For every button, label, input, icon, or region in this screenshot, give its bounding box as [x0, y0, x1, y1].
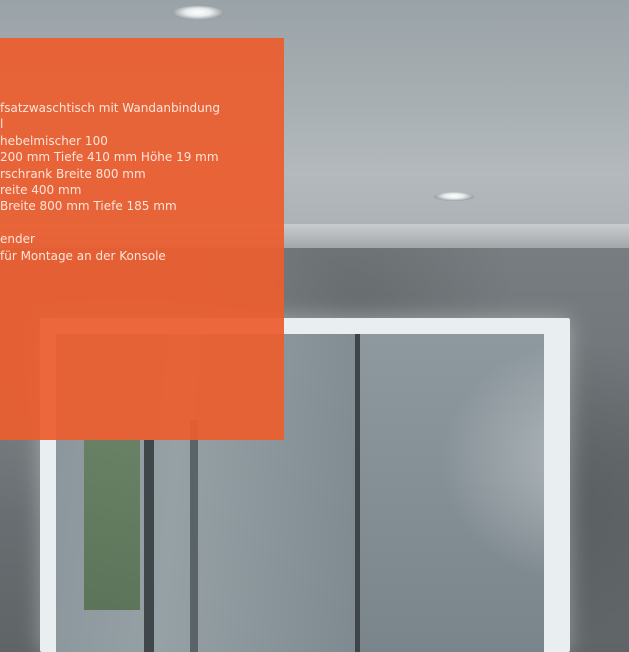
- spec-line: 200 mm Tiefe 410 mm Höhe 19 mm: [0, 150, 219, 165]
- product-info-overlay: fsatzwaschtisch mit Wandanbindung l hebe…: [0, 38, 284, 440]
- spec-line: hebelmischer 100: [0, 133, 108, 148]
- spec-line: ender: [0, 232, 35, 247]
- mirror-door-right: [360, 334, 544, 652]
- spec-line-spacer: [0, 215, 284, 231]
- spec-line: für Montage an der Konsole: [0, 248, 166, 263]
- spec-line: Breite 800 mm Tiefe 185 mm: [0, 199, 177, 214]
- mirror-reflection-window: [84, 440, 140, 610]
- mirror-door-gap: [355, 334, 360, 652]
- spec-line: l: [0, 117, 4, 132]
- spec-line: fsatzwaschtisch mit Wandanbindung: [0, 101, 220, 115]
- mirror-reflection-panel: [190, 420, 198, 652]
- mirror-reflection-post: [144, 440, 154, 652]
- ceiling-spotlight: [172, 6, 224, 20]
- spec-line: rschrank Breite 800 mm: [0, 166, 146, 181]
- spec-line: reite 400 mm: [0, 182, 82, 197]
- ceiling-spotlight: [434, 192, 474, 201]
- spec-list: fsatzwaschtisch mit Wandanbindung l hebe…: [0, 100, 284, 264]
